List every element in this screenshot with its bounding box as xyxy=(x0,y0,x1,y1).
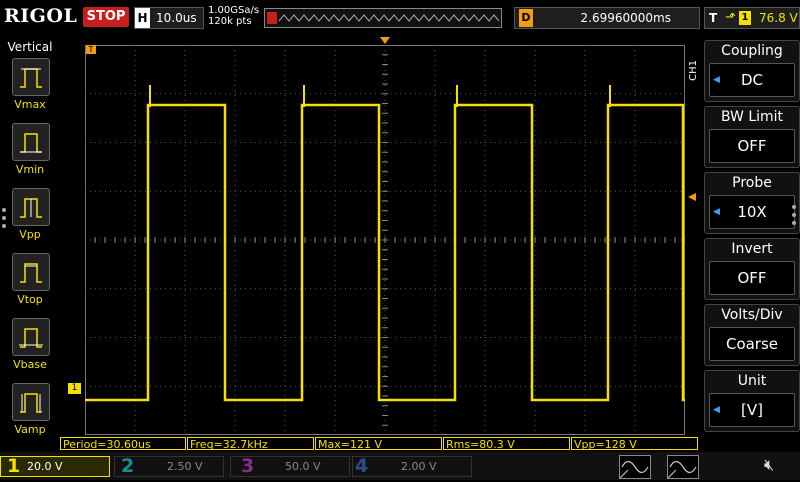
vbase-icon xyxy=(19,328,43,348)
measurement-frequency[interactable]: Freq=32.7kHz xyxy=(187,437,314,451)
invert-option[interactable]: Invert OFF xyxy=(704,238,800,300)
speaker-muted-icon[interactable]: 🔇︎ xyxy=(764,455,774,475)
trigger-time-marker-left[interactable]: T xyxy=(86,45,96,54)
waveform-grid-svg xyxy=(84,44,686,436)
vtop-button[interactable] xyxy=(12,253,50,291)
ch3-status[interactable]: 3 50.0 V xyxy=(230,455,350,477)
trigger-position[interactable]: D 2.69960000ms xyxy=(514,7,700,29)
trigger-position-arrow[interactable] xyxy=(380,37,390,44)
coupling-option[interactable]: Coupling ◀ DC xyxy=(704,40,800,102)
timebase-value: 10.0us xyxy=(156,11,197,25)
probe-value-box[interactable]: ◀ 10X xyxy=(709,195,795,229)
rising-edge-icon: ⬏ xyxy=(725,10,736,25)
generator1-button[interactable] xyxy=(619,455,651,479)
volts-div-value-box[interactable]: Coarse xyxy=(709,327,795,361)
vmin-icon xyxy=(20,133,42,153)
measure-category-title: Vertical xyxy=(7,40,53,54)
ch3-number: 3 xyxy=(241,455,255,477)
bw-limit-value-box[interactable]: OFF xyxy=(709,129,795,163)
sine-wave-icon xyxy=(667,460,697,479)
vpp-button[interactable] xyxy=(12,188,50,226)
invert-value-box[interactable]: OFF xyxy=(709,261,795,295)
ch2-status[interactable]: 2 2.50 V xyxy=(114,455,224,477)
trigger-source: 1 xyxy=(739,11,751,25)
measurement-max[interactable]: Max=121 V xyxy=(315,437,442,451)
ch2-scale: 2.50 V xyxy=(167,460,203,473)
horizontal-tag: H xyxy=(135,8,150,28)
delay-tag: D xyxy=(519,9,533,27)
rigol-logo: RIGOL xyxy=(4,5,78,27)
coupling-value-box[interactable]: ◀ DC xyxy=(709,63,795,97)
memory-window-marker xyxy=(267,12,277,24)
run-stop-indicator[interactable]: STOP xyxy=(83,7,129,27)
vtop-icon xyxy=(20,263,42,283)
generator-buttons xyxy=(605,455,707,479)
vamp-icon xyxy=(20,393,42,413)
ch1-status[interactable]: 1 20.0 V xyxy=(0,455,110,477)
bw-limit-header: BW Limit xyxy=(720,109,784,125)
trigger-tag: T xyxy=(709,11,718,25)
measurement-rms[interactable]: Rms=80.3 V xyxy=(443,437,570,451)
vtop-label: Vtop xyxy=(17,293,43,306)
coupling-value: DC xyxy=(740,71,764,89)
measurement-results-bar: Period=30.60us Freq=32.7kHz Max=121 V Rm… xyxy=(60,437,700,452)
ch3-scale: 50.0 V xyxy=(285,460,321,473)
ch4-status[interactable]: 4 2.00 V xyxy=(352,455,472,477)
top-status-bar: RIGOL STOP H 10.0us 1.00GSa/s 120k pts D… xyxy=(0,0,800,38)
memory-depth: 120k pts xyxy=(208,16,252,27)
measurement-menu: Vertical Vmax Vmin Vpp Vtop Vbase Vamp xyxy=(0,38,60,438)
waveform-display[interactable] xyxy=(84,44,686,436)
ch4-number: 4 xyxy=(355,455,369,477)
channel-menu: Coupling ◀ DC BW Limit OFF Probe ◀ 10X Inv… xyxy=(704,38,800,438)
invert-header: Invert xyxy=(731,241,773,257)
vbase-label: Vbase xyxy=(13,358,47,371)
vamp-button[interactable] xyxy=(12,383,50,421)
horizontal-timebase[interactable]: H 10.0us xyxy=(134,7,204,29)
unit-header: Unit xyxy=(737,373,767,389)
sample-rate: 1.00GSa/s xyxy=(208,5,260,16)
measurement-period[interactable]: Period=30.60us xyxy=(60,437,186,451)
vmax-icon xyxy=(20,68,42,88)
measurement-vpp[interactable]: Vpp=128 V xyxy=(571,437,698,451)
vmin-label: Vmin xyxy=(15,163,45,176)
unit-option[interactable]: Unit ◀ [V] xyxy=(704,370,800,432)
sine-wave-icon xyxy=(619,460,649,479)
ch2-number: 2 xyxy=(121,455,135,477)
trigger-position-value: 2.69960000ms xyxy=(580,11,671,25)
unit-value: [V] xyxy=(741,401,763,419)
ch1-number: 1 xyxy=(7,455,21,477)
vmin-button[interactable] xyxy=(12,123,50,161)
vbase-button[interactable] xyxy=(12,318,50,356)
vmax-button[interactable] xyxy=(12,58,50,96)
trigger-level: 76.8 V xyxy=(759,11,798,25)
memory-overview-strip[interactable] xyxy=(264,8,502,28)
ch1-panel-tag: CH1 xyxy=(688,60,699,81)
volts-div-value: Coarse xyxy=(725,335,779,353)
more-options-dots-right[interactable] xyxy=(792,205,796,229)
coupling-header: Coupling xyxy=(721,43,783,59)
bw-limit-option[interactable]: BW Limit OFF xyxy=(704,106,800,168)
acquisition-info: 1.00GSa/s 120k pts xyxy=(208,5,259,27)
more-options-dots[interactable] xyxy=(2,208,6,232)
ch4-scale: 2.00 V xyxy=(401,460,437,473)
vpp-icon xyxy=(20,198,42,218)
memory-zigzag xyxy=(278,14,500,22)
bw-limit-value: OFF xyxy=(737,137,767,155)
ch1-ground-marker[interactable]: 1 xyxy=(68,383,81,394)
vmax-label: Vmax xyxy=(14,98,46,111)
volts-div-option[interactable]: Volts/Div Coarse xyxy=(704,304,800,366)
generator2-button[interactable] xyxy=(667,455,699,479)
unit-value-box[interactable]: ◀ [V] xyxy=(709,393,795,427)
ch1-scale: 20.0 V xyxy=(27,460,63,473)
memory-wave-preview xyxy=(267,12,500,24)
probe-header: Probe xyxy=(732,175,772,191)
trigger-level-arrow[interactable] xyxy=(688,193,696,201)
probe-value: 10X xyxy=(737,203,767,221)
probe-option[interactable]: Probe ◀ 10X xyxy=(704,172,800,234)
trigger-settings[interactable]: T ⬏ 1 76.8 V xyxy=(704,7,800,29)
volts-div-header: Volts/Div xyxy=(721,307,783,323)
vpp-label: Vpp xyxy=(19,228,41,241)
vamp-label: Vamp xyxy=(14,423,46,436)
invert-value: OFF xyxy=(737,269,767,287)
